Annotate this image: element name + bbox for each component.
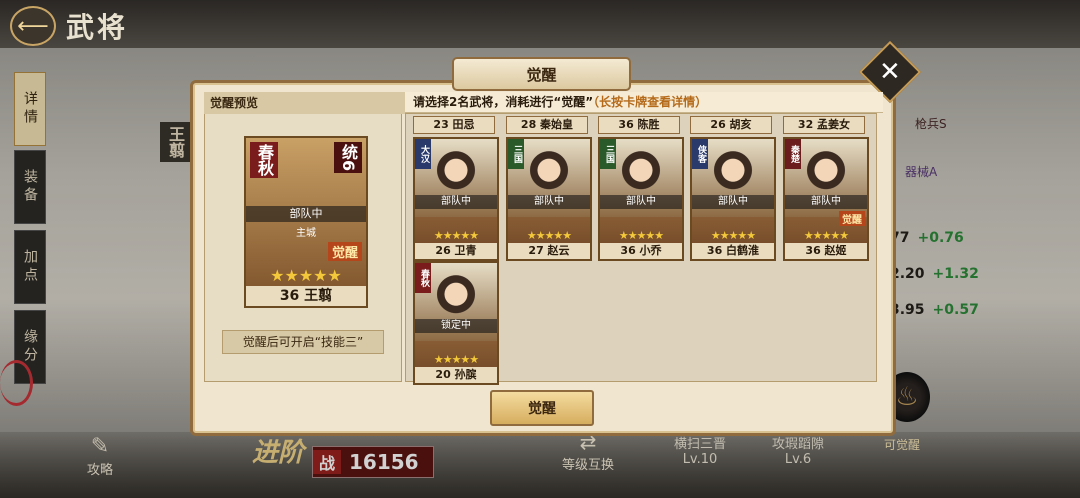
card-status: 部队中 [508,195,590,209]
card-name-partial[interactable]: 23 田忌 [413,116,495,134]
card-status: 部队中 [246,206,366,222]
card-name: 20 孙膑 [415,367,497,383]
card-stars: ★★★★★ [710,229,756,242]
general-card[interactable]: 春秋 锁定中 ★★★★★ 20 孙膑 [413,261,499,385]
card-name: 36 白鹤淮 [692,243,774,259]
faction-badge: 秦楚 [785,139,801,169]
card-status: 部队中 [785,195,867,209]
skill-hint: 觉醒后可开启“技能三” [222,330,384,354]
close-x-icon: ✕ [879,56,901,87]
back-button[interactable]: ⟵ [10,6,56,46]
command-badge: 统6 [334,142,362,174]
card-name-partial[interactable]: 28 秦始皇 [506,116,588,134]
card-status: 部队中 [692,195,774,209]
card-status: 锁定中 [415,319,497,333]
faction-badge: 春秋 [250,142,278,178]
faction-badge: 三国 [600,139,616,169]
awaken-confirm-button[interactable]: 觉醒 [490,390,594,426]
general-card[interactable]: 侠客 部队中 ★★★★★ 36 白鹤淮 [690,137,776,261]
card-status: 部队中 [415,195,497,209]
faction-badge: 大汉 [415,139,431,169]
faction-badge: 侠客 [692,139,708,169]
card-stars: ★★★★★ [618,229,664,242]
card-name-partial[interactable]: 36 陈胜 [598,116,680,134]
card-name: 36 王翦 [246,286,366,306]
card-stars: ★★★★★ [433,229,479,242]
preview-card: 春秋 统6 部队中 主城 觉醒 ★★★★★ 36 王翦 [244,136,368,308]
card-name: 36 赵姬 [785,243,867,259]
back-arrow-icon: ⟵ [17,13,49,39]
general-card[interactable]: 三国 部队中 ★★★★★ 27 赵云 [506,137,592,261]
card-name: 26 卫青 [415,243,497,259]
awaken-badge: 觉醒 [839,211,865,226]
general-card[interactable]: 三国 部队中 ★★★★★ 36 小乔 [598,137,684,261]
card-stars: ★★★★★ [270,266,342,285]
awaken-badge: 觉醒 [327,242,362,261]
card-name-partial[interactable]: 32 孟姜女 [783,116,865,134]
preview-title: 觉醒预览 [204,92,406,114]
card-name: 36 小乔 [600,243,682,259]
card-stars: ★★★★★ [433,353,479,366]
card-stars: ★★★★★ [803,229,849,242]
modal-title: 觉醒 [452,57,631,91]
card-stars: ★★★★★ [526,229,572,242]
card-status: 部队中 [600,195,682,209]
general-card[interactable]: 秦楚 部队中 觉醒 ★★★★★ 36 赵姬 [783,137,869,261]
faction-badge: 春秋 [415,263,431,293]
top-bar [0,0,1080,48]
general-card[interactable]: 大汉 部队中 ★★★★★ 26 卫青 [413,137,499,261]
page-title: 武将 [66,11,129,44]
instruction-text: 请选择2名武将，消耗进行“觉醒”（长按卡牌查看详情） [405,92,883,113]
card-location: 主城 [296,228,316,239]
card-name-partial[interactable]: 26 胡亥 [690,116,772,134]
faction-badge: 三国 [508,139,524,169]
card-name: 27 赵云 [508,243,590,259]
